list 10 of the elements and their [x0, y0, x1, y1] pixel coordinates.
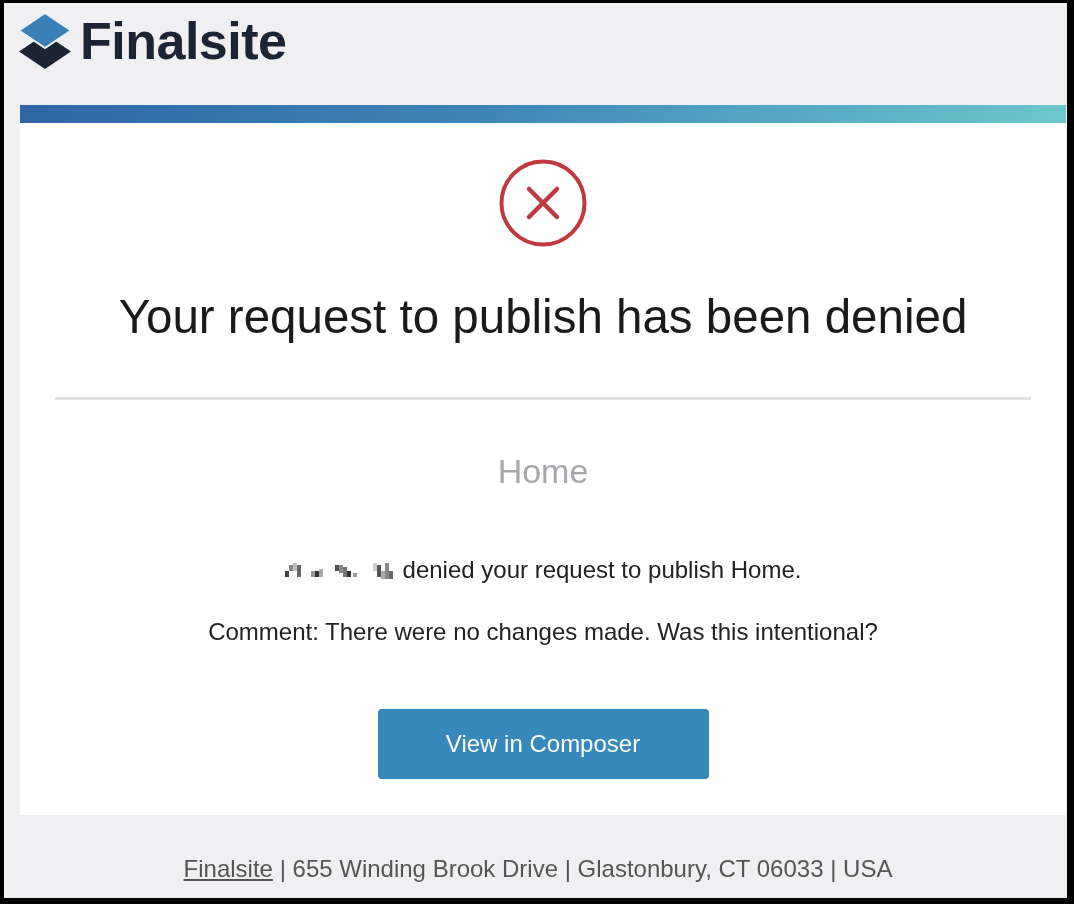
logo-wordmark: Finalsite [80, 12, 287, 70]
footer-address: Finalsite | 655 Winding Brook Drive | Glastonbury, CT 06033 | USA [182, 854, 894, 884]
heading: Your request to publish has been denied [117, 289, 969, 345]
error-circle-x-icon [499, 159, 587, 247]
comment-text: Comment: There were no changes made. Was this intentional? [207, 617, 879, 647]
layered-diamond-icon [18, 12, 72, 70]
denial-message: denied your request to publish Home. [402, 555, 802, 585]
view-in-composer-button[interactable]: View in Composer [377, 709, 709, 779]
footer-link[interactable]: Finalsite [183, 855, 273, 882]
page-name: Home [496, 451, 590, 491]
